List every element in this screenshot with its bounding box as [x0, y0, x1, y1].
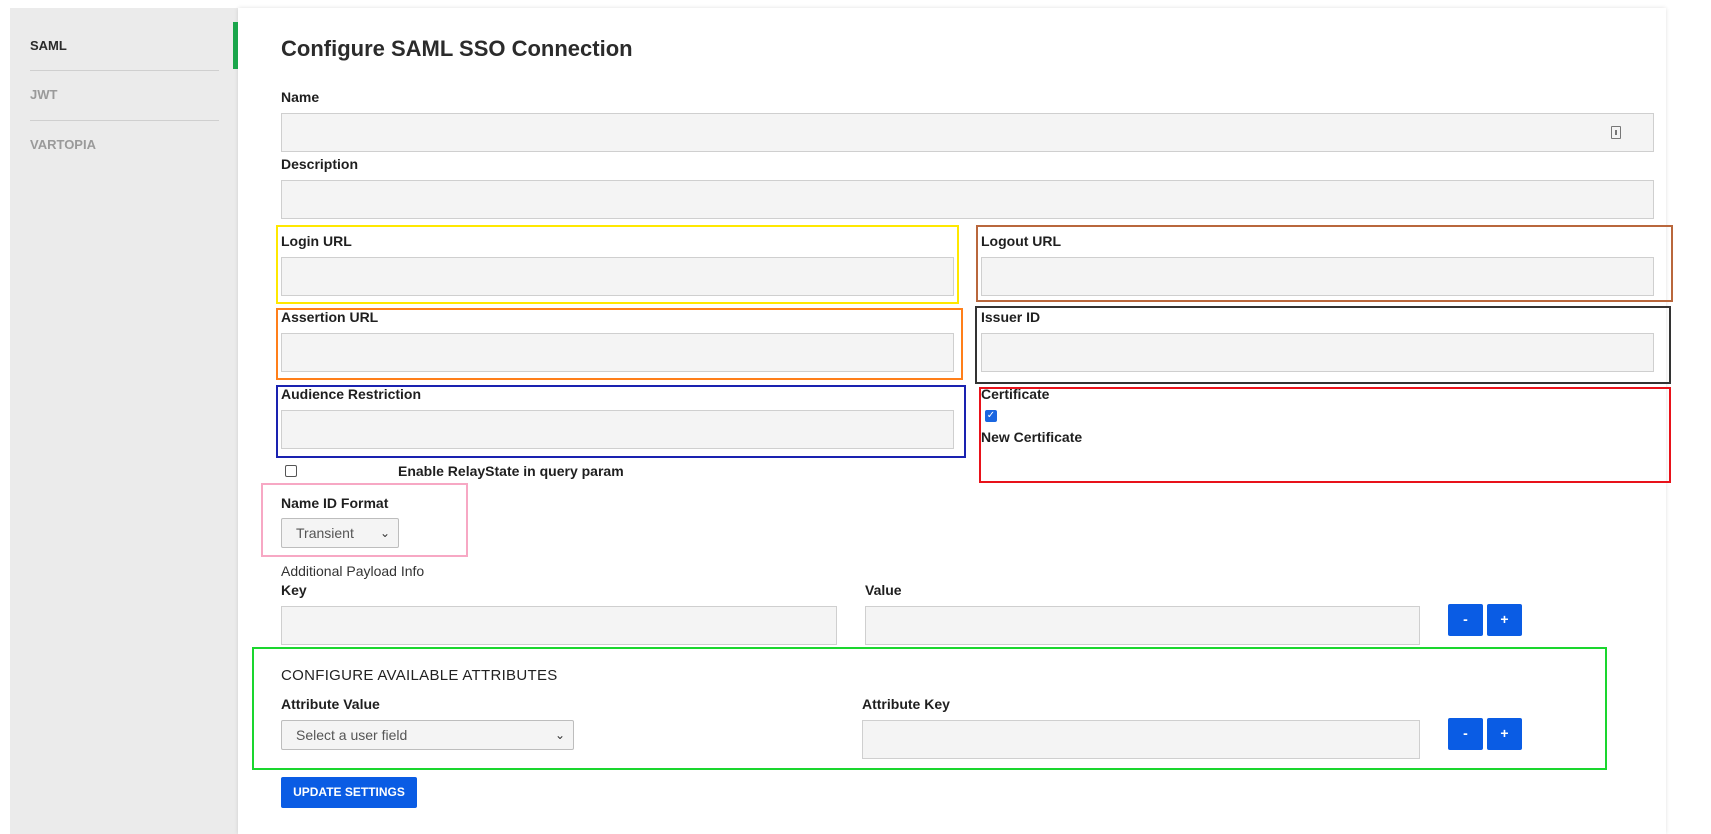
login-url-input[interactable] [281, 257, 954, 296]
name-id-format-value: Transient [296, 525, 354, 541]
attribute-key-input[interactable] [862, 720, 1420, 759]
attribute-key-label: Attribute Key [862, 696, 950, 712]
attributes-heading: CONFIGURE AVAILABLE ATTRIBUTES [281, 667, 558, 684]
login-url-label: Login URL [281, 233, 352, 249]
certificate-checkbox[interactable]: ✓ [985, 410, 997, 422]
sidebar-active-indicator [233, 22, 238, 69]
remove-payload-button[interactable]: - [1448, 604, 1483, 636]
name-id-format-label: Name ID Format [281, 495, 389, 511]
audience-restriction-label: Audience Restriction [281, 386, 422, 402]
payload-value-input[interactable] [865, 606, 1420, 645]
name-input[interactable] [281, 113, 1654, 152]
add-payload-button[interactable]: + [1487, 604, 1522, 636]
relaystate-label: Enable RelayState in query param [398, 463, 624, 479]
page-title: Configure SAML SSO Connection [281, 36, 633, 61]
certificate-highlight [979, 387, 1671, 483]
remove-attribute-button[interactable]: - [1448, 718, 1483, 750]
document-icon[interactable] [1611, 126, 1621, 139]
attribute-value-placeholder: Select a user field [296, 727, 408, 743]
add-attribute-button[interactable]: + [1487, 718, 1522, 750]
sidebar-item-jwt[interactable]: JWT [30, 88, 218, 102]
sidebar-divider [30, 120, 219, 121]
logout-url-label: Logout URL [981, 233, 1062, 249]
update-settings-button[interactable]: UPDATE SETTINGS [281, 777, 417, 808]
certificate-label: Certificate [981, 386, 1050, 402]
issuer-id-label: Issuer ID [981, 309, 1041, 325]
logout-url-input[interactable] [981, 257, 1654, 296]
description-label: Description [281, 156, 359, 172]
chevron-down-icon: ⌄ [379, 526, 390, 540]
checkmark-icon: ✓ [986, 410, 996, 421]
sidebar-item-vartopia[interactable]: VARTOPIA [30, 138, 218, 152]
name-label: Name [281, 89, 320, 105]
sidebar-divider [30, 70, 219, 71]
issuer-id-input[interactable] [981, 333, 1654, 372]
name-id-format-select[interactable]: Transient ⌄ [281, 518, 399, 548]
assertion-url-input[interactable] [281, 333, 954, 372]
chevron-down-icon: ⌄ [554, 728, 565, 742]
sidebar-item-saml[interactable]: SAML [30, 39, 218, 53]
relaystate-checkbox[interactable] [285, 465, 297, 477]
key-label: Key [281, 582, 307, 598]
description-input[interactable] [281, 180, 1654, 219]
payload-key-input[interactable] [281, 606, 837, 645]
new-certificate-label: New Certificate [981, 429, 1083, 445]
sidebar [10, 8, 238, 834]
attribute-value-select[interactable]: Select a user field ⌄ [281, 720, 574, 750]
attribute-value-label: Attribute Value [281, 696, 380, 712]
value-label: Value [865, 582, 902, 598]
assertion-url-label: Assertion URL [281, 309, 379, 325]
additional-payload-label: Additional Payload Info [281, 563, 425, 579]
audience-restriction-input[interactable] [281, 410, 954, 449]
